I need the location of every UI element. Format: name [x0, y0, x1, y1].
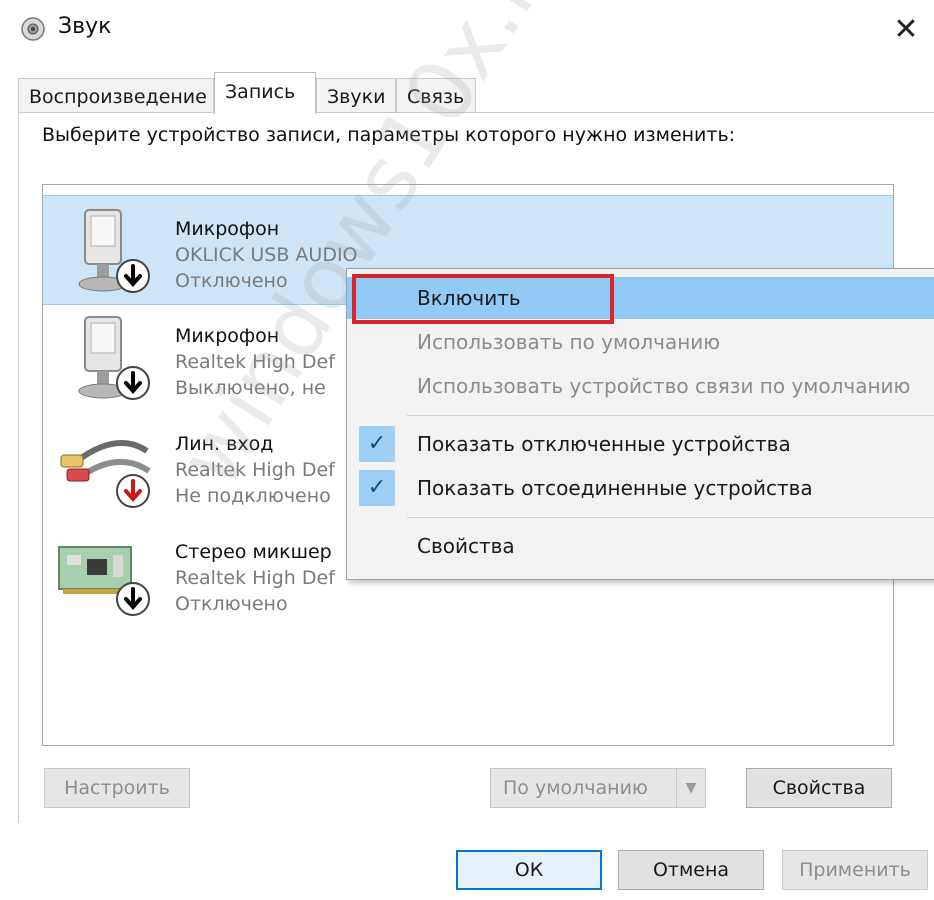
- device-driver: Realtek High Def: [175, 567, 335, 589]
- device-name: Микрофон: [175, 325, 280, 347]
- device-status: Отключено: [175, 593, 288, 615]
- menu-item-show-disabled[interactable]: ✓ Показать отключенные устройства: [347, 423, 934, 465]
- device-status: Выключено, не: [175, 377, 326, 399]
- device-driver: Realtek High Def: [175, 351, 335, 373]
- chevron-down-icon[interactable]: ▼: [676, 769, 705, 807]
- tab-communications[interactable]: Связь: [396, 78, 476, 112]
- menu-item-show-disconnected[interactable]: ✓ Показать отсоединенные устройства: [347, 467, 934, 509]
- cancel-button[interactable]: Отмена: [618, 850, 764, 890]
- menu-item-set-default-comm[interactable]: Использовать устройство связи по умолчан…: [347, 365, 934, 407]
- annotation-highlight-box: [352, 274, 614, 324]
- sound-card-icon: [58, 546, 150, 616]
- device-name: Стерео микшер: [175, 541, 332, 563]
- apply-button[interactable]: Применить: [782, 850, 928, 890]
- close-icon: ✕: [893, 11, 919, 47]
- tab-playback[interactable]: Воспроизведение: [18, 78, 214, 112]
- default-split-button[interactable]: По умолчанию ▼: [490, 768, 706, 808]
- device-name: Микрофон: [175, 218, 280, 240]
- device-name: Лин. вход: [175, 433, 274, 455]
- menu-item-properties[interactable]: Свойства: [347, 525, 934, 567]
- ok-button[interactable]: ОК: [456, 850, 602, 890]
- speaker-icon: [21, 17, 45, 41]
- window-title: Звук: [58, 14, 112, 39]
- properties-button[interactable]: Свойства: [746, 768, 892, 808]
- tab-recording[interactable]: Запись: [214, 72, 316, 114]
- menu-separator: [407, 517, 934, 518]
- instruction-text: Выберите устройство записи, параметры ко…: [42, 124, 736, 146]
- close-button[interactable]: ✕: [878, 0, 934, 58]
- device-status: Отключено: [175, 270, 288, 292]
- menu-item-set-default[interactable]: Использовать по умолчанию: [347, 321, 934, 363]
- title-bar: Звук ✕: [0, 0, 934, 58]
- tab-sounds[interactable]: Звуки: [316, 78, 396, 112]
- device-status: Не подключено: [175, 485, 331, 507]
- device-driver: Realtek High Def: [175, 459, 335, 481]
- default-button-label: По умолчанию: [503, 777, 648, 799]
- checkmark-icon: ✓: [359, 470, 395, 506]
- device-driver: OKLICK USB AUDIO: [175, 244, 358, 266]
- checkmark-icon: ✓: [359, 426, 395, 462]
- configure-button[interactable]: Настроить: [44, 768, 190, 808]
- menu-separator: [407, 415, 934, 416]
- microphone-icon: [78, 209, 150, 293]
- line-in-cable-icon: [60, 440, 151, 508]
- microphone-icon: [78, 316, 150, 400]
